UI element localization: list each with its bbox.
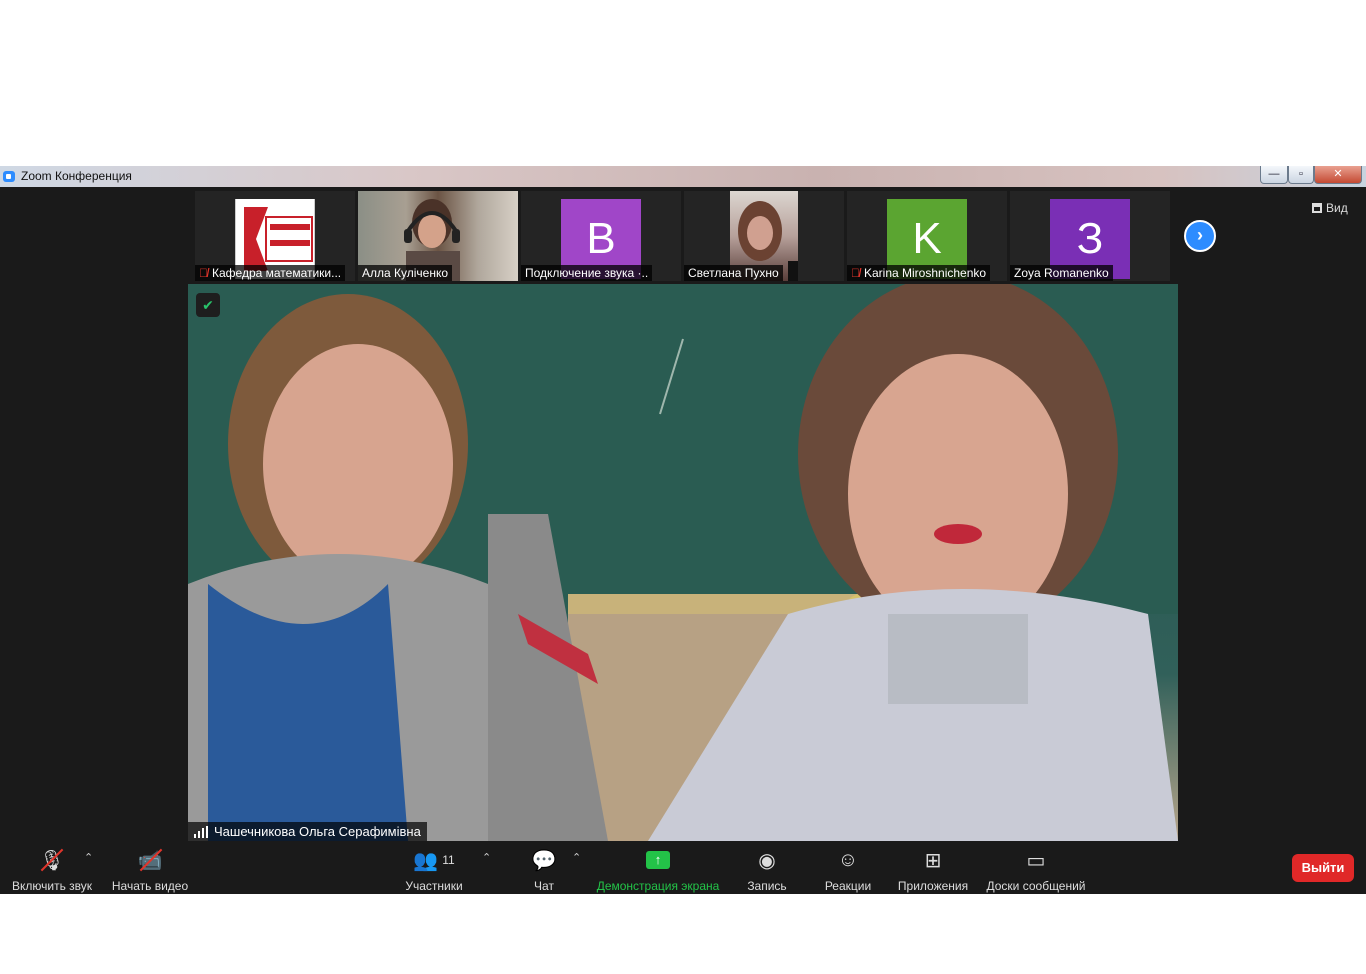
start-video-button[interactable]: 📹 Начать видео <box>112 847 188 893</box>
minimize-icon: — <box>1268 168 1280 180</box>
participant-tile[interactable]: K 🎙̸ Karina Miroshnichenko <box>847 191 1007 281</box>
chat-button[interactable]: 💬 Чат <box>530 847 558 894</box>
chat-options-caret-icon[interactable]: ⌃ <box>572 851 581 864</box>
avatar-letter: З <box>1076 214 1104 263</box>
zoom-window: Zoom Конференция — ▫ ✕ 🎙̸ Кафедра матема… <box>0 166 1366 894</box>
participant-name: Алла Куліченко <box>362 266 449 280</box>
unmute-label: Включить звук <box>11 879 93 893</box>
view-button-label: Вид <box>1326 201 1348 215</box>
reactions-icon: ☺ <box>837 848 859 871</box>
whiteboards-label: Доски сообщений <box>986 879 1086 893</box>
share-screen-button[interactable]: ↑ Демонстрация экрана <box>596 847 720 893</box>
participant-name-label: 🎙̸ Karina Miroshnichenko <box>847 265 991 281</box>
meeting-toolbar: 🎙 Включить звук ⌃ 📹 Начать видео 👥11 Уча… <box>0 841 1366 894</box>
participants-label: Участники <box>405 879 463 893</box>
title-bar: Zoom Конференция — ▫ ✕ <box>0 166 1366 187</box>
chat-icon: 💬 <box>531 849 557 872</box>
participant-name: Подключение звука ·.. <box>525 266 649 280</box>
participant-tile[interactable]: В Подключение звука ·.. <box>521 191 681 281</box>
apps-label: Приложения <box>897 879 969 893</box>
apps-icon: ⊞ <box>924 849 942 872</box>
chat-label: Чат <box>534 879 554 893</box>
participant-strip: 🎙̸ Кафедра математики... Алла Куліченко <box>0 187 1366 283</box>
participant-tile[interactable]: Светлана Пухно <box>684 191 844 281</box>
participant-name: Светлана Пухно <box>688 266 779 280</box>
participant-name-label: Алла Куліченко <box>358 265 453 281</box>
microphone-muted-icon: 🎙 <box>39 847 65 873</box>
share-screen-label: Демонстрация экрана <box>596 879 720 893</box>
camera-off-icon: 📹 <box>138 847 162 873</box>
participant-tile[interactable]: Алла Куліченко <box>358 191 518 281</box>
record-button[interactable]: ◉ Запись <box>746 847 788 894</box>
record-label: Запись <box>747 879 787 893</box>
participants-options-caret-icon[interactable]: ⌃ <box>482 851 491 864</box>
participant-tile[interactable]: З Zoya Romanenko <box>1010 191 1170 281</box>
avatar-letter: В <box>586 214 616 263</box>
participant-name-label: Подключение звука ·.. <box>521 265 653 281</box>
participant-name: Karina Miroshnichenko <box>864 266 987 280</box>
grid-icon <box>1312 203 1322 213</box>
minimize-button[interactable]: — <box>1260 166 1288 184</box>
reactions-label: Реакции <box>824 879 872 893</box>
close-button[interactable]: ✕ <box>1314 166 1362 184</box>
participants-icon: 👥 11 <box>413 849 455 872</box>
shield-check-icon[interactable]: ✔ <box>196 293 220 317</box>
window-title: Zoom Конференция <box>21 169 132 183</box>
participant-name-label: Zoya Romanenko <box>1010 265 1113 281</box>
chevron-right-icon: › <box>1197 225 1203 245</box>
audio-options-caret-icon[interactable]: ⌃ <box>84 851 93 864</box>
avatar-letter: K <box>912 214 942 263</box>
apps-button[interactable]: ⊞ Приложения <box>896 847 970 894</box>
participant-name-label: Светлана Пухно <box>684 265 783 281</box>
participants-button[interactable]: 👥 11 Участники <box>404 847 464 894</box>
microphone-muted-icon: 🎙̸ <box>199 266 208 280</box>
microphone-muted-icon: 🎙̸ <box>851 266 860 280</box>
active-speaker-video[interactable]: ✔ Чашечникова Ольга Серафимівна <box>188 284 1178 841</box>
active-speaker-label: Чашечникова Ольга Серафимівна <box>188 822 427 841</box>
participants-count: 11 <box>442 853 455 867</box>
reactions-button[interactable]: ☺ Реакции <box>824 847 872 894</box>
speaker-video-image <box>188 284 1178 841</box>
whiteboard-icon: ▭ <box>1026 849 1046 872</box>
share-screen-icon: ↑ <box>646 847 670 873</box>
view-button[interactable]: Вид <box>1312 201 1348 215</box>
leave-meeting-button[interactable]: Выйти <box>1292 854 1354 882</box>
participant-tile[interactable]: 🎙̸ Кафедра математики... <box>195 191 355 281</box>
participant-name: Zoya Romanenko <box>1014 266 1109 280</box>
signal-strength-icon <box>194 825 208 838</box>
participant-name-label: 🎙̸ Кафедра математики... <box>195 265 346 281</box>
maximize-icon: ▫ <box>1299 168 1303 180</box>
whiteboards-button[interactable]: ▭ Доски сообщений <box>984 847 1088 894</box>
next-page-button[interactable]: › <box>1184 220 1216 252</box>
participant-name: Кафедра математики... <box>212 266 342 280</box>
unmute-button[interactable]: 🎙 Включить звук <box>10 847 94 893</box>
zoom-camera-icon <box>3 171 15 182</box>
active-speaker-name: Чашечникова Ольга Серафимівна <box>214 824 421 839</box>
maximize-button[interactable]: ▫ <box>1288 166 1314 184</box>
record-icon: ◉ <box>758 849 776 872</box>
start-video-label: Начать видео <box>111 879 189 893</box>
close-icon: ✕ <box>1333 168 1343 180</box>
